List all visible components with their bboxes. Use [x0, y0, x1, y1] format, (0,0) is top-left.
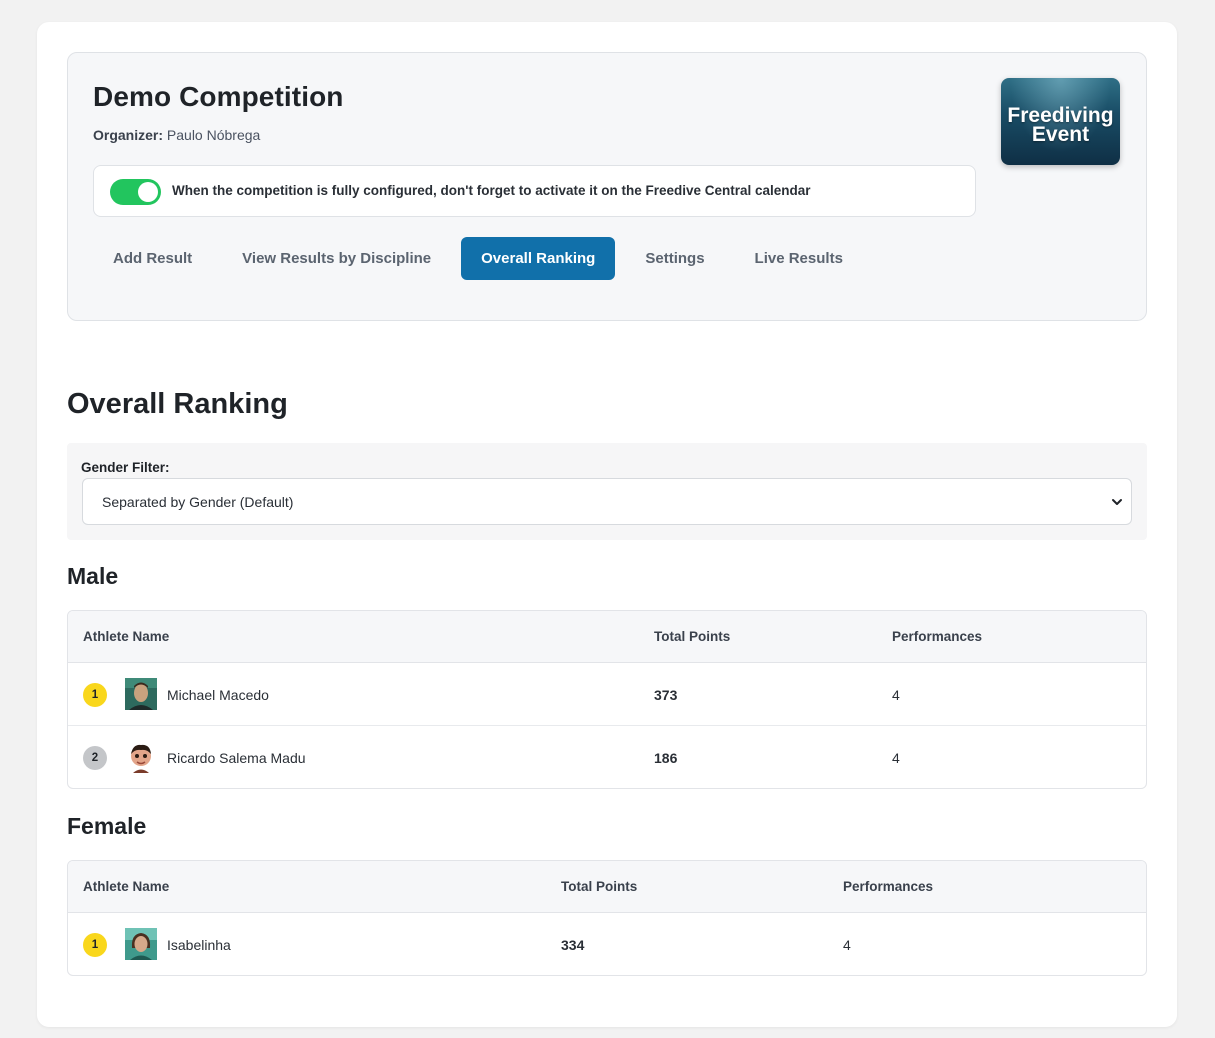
table-header: Athlete Name Total Points Performances [68, 861, 1146, 913]
gender-filter-panel: Gender Filter: Separated by Gender (Defa… [67, 443, 1147, 540]
tab-add-result[interactable]: Add Result [93, 237, 212, 280]
total-points: 186 [654, 750, 678, 766]
tab-settings[interactable]: Settings [625, 237, 724, 280]
competition-title: Demo Competition [93, 81, 344, 112]
tab-live-results[interactable]: Live Results [735, 237, 863, 280]
athlete-name[interactable]: Michael Macedo [167, 687, 269, 703]
chevron-down-icon [1112, 499, 1122, 505]
table-header: Athlete Name Total Points Performances [68, 611, 1146, 663]
avatar [125, 678, 157, 710]
logo-line-2: Event [1031, 123, 1090, 146]
column-performances: Performances [892, 629, 983, 644]
gender-filter-value: Separated by Gender (Default) [102, 494, 294, 510]
female-ranking-table: Athlete Name Total Points Performances 1… [67, 860, 1147, 976]
column-athlete-name: Athlete Name [83, 879, 170, 894]
competition-tabs: Add Result View Results by Discipline Ov… [93, 237, 873, 280]
gender-filter-label: Gender Filter: [81, 460, 170, 475]
organizer-name: Paulo Nóbrega [166, 127, 261, 143]
performances-count: 4 [892, 687, 900, 703]
competition-header: Demo Competition Organizer: Paulo Nóbreg… [67, 52, 1147, 321]
rank-badge: 1 [83, 683, 107, 707]
female-group-title: Female [67, 813, 147, 839]
event-logo: Freediving Event [1001, 78, 1120, 165]
male-ranking-table: Athlete Name Total Points Performances 1… [67, 610, 1147, 789]
organizer-label: Organizer: [93, 127, 164, 143]
table-row[interactable]: 2 Ricardo Salema Madu 186 4 [68, 726, 1146, 788]
column-athlete-name: Athlete Name [83, 629, 170, 644]
activate-calendar-toggle[interactable] [110, 179, 161, 205]
column-performances: Performances [843, 879, 934, 894]
rank-badge: 2 [83, 746, 107, 770]
athlete-name[interactable]: Ricardo Salema Madu [167, 750, 306, 766]
logo-text: Freediving Event [1001, 105, 1120, 146]
column-total-points: Total Points [654, 629, 731, 644]
performances-count: 4 [892, 750, 900, 766]
table-row[interactable]: 1 Isabelinha 334 4 [68, 913, 1146, 975]
male-group-title: Male [67, 563, 119, 589]
tab-overall-ranking[interactable]: Overall Ranking [461, 237, 616, 280]
ranking-title: Overall Ranking [67, 388, 288, 420]
page-card: Demo Competition Organizer: Paulo Nóbreg… [37, 22, 1177, 1027]
performances-count: 4 [843, 937, 851, 953]
calendar-notice: When the competition is fully configured… [93, 165, 976, 217]
rank-badge: 1 [83, 933, 107, 957]
organizer-line: Organizer: Paulo Nóbrega [93, 127, 260, 143]
tab-view-results-by-discipline[interactable]: View Results by Discipline [222, 237, 451, 280]
table-row[interactable]: 1 Michael Macedo 373 4 [68, 663, 1146, 726]
athlete-name[interactable]: Isabelinha [167, 937, 231, 953]
total-points: 373 [654, 687, 678, 703]
notice-text: When the competition is fully configured… [172, 183, 811, 198]
column-total-points: Total Points [561, 879, 638, 894]
gender-filter-select[interactable]: Separated by Gender (Default) [82, 478, 1132, 525]
toggle-knob [138, 182, 158, 202]
total-points: 334 [561, 937, 585, 953]
avatar [125, 741, 157, 773]
avatar [125, 928, 157, 960]
